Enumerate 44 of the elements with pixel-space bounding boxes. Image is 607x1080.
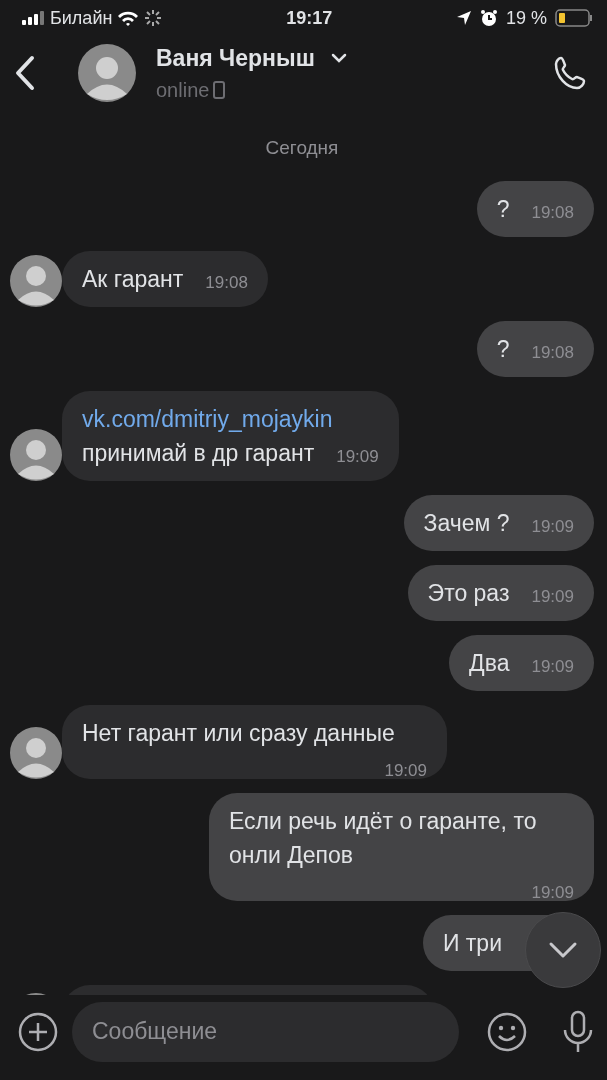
message-text: Два	[469, 648, 510, 678]
message-text: Нет гарант или сразу данные	[82, 718, 395, 748]
carrier-name: Билайн	[50, 6, 113, 30]
clock: 19:17	[286, 7, 333, 28]
emoji-icon[interactable]	[487, 1011, 527, 1052]
message-time: 19:08	[531, 341, 574, 364]
avatar	[10, 254, 62, 307]
message-text: ?	[496, 194, 510, 224]
location-arrow-icon	[455, 10, 472, 26]
spinner-icon	[144, 9, 163, 27]
microphone-icon[interactable]	[561, 1009, 595, 1054]
chevron-down-icon	[548, 941, 578, 959]
message-text: ?	[496, 334, 510, 364]
battery-percent: 19 %	[505, 6, 547, 30]
back-icon[interactable]	[14, 55, 36, 91]
add-icon[interactable]	[18, 1011, 58, 1052]
message-time: 19:08	[531, 201, 574, 224]
date-divider: Сегодня	[265, 137, 339, 158]
message-time: 19:09	[531, 655, 574, 678]
avatar	[10, 726, 62, 779]
message-time: 19:09	[531, 881, 574, 904]
message-text: Ак гарант	[82, 264, 184, 294]
message-time: 19:09	[384, 759, 427, 782]
message-time: 19:09	[336, 445, 379, 468]
message-time: 19:09	[531, 585, 574, 608]
message-time: 19:09	[531, 515, 574, 538]
phone-device-icon	[213, 81, 226, 100]
message-text: И три	[442, 928, 502, 958]
alarm-clock-icon	[479, 9, 498, 27]
battery-icon	[555, 9, 593, 27]
message-text: Если речь идёт о гаранте, то онли Депов	[229, 806, 538, 870]
avatar	[78, 44, 136, 102]
chevron-down-icon[interactable]	[330, 53, 347, 63]
message-text: принимай в др гарант	[82, 438, 315, 468]
signal-icon	[22, 11, 46, 25]
contact-name: Ваня Черныш	[156, 43, 315, 73]
message-time: 19:08	[205, 271, 248, 294]
message-field[interactable]: Сообщение	[72, 1001, 459, 1062]
wifi-icon	[116, 9, 141, 27]
online-status: online	[156, 78, 210, 104]
message-text: Это раз	[427, 578, 510, 608]
message-text: Зачем ?	[423, 508, 510, 538]
link[interactable]: vk.com/dmitriy_mojaykin	[82, 401, 379, 436]
avatar	[10, 428, 62, 481]
